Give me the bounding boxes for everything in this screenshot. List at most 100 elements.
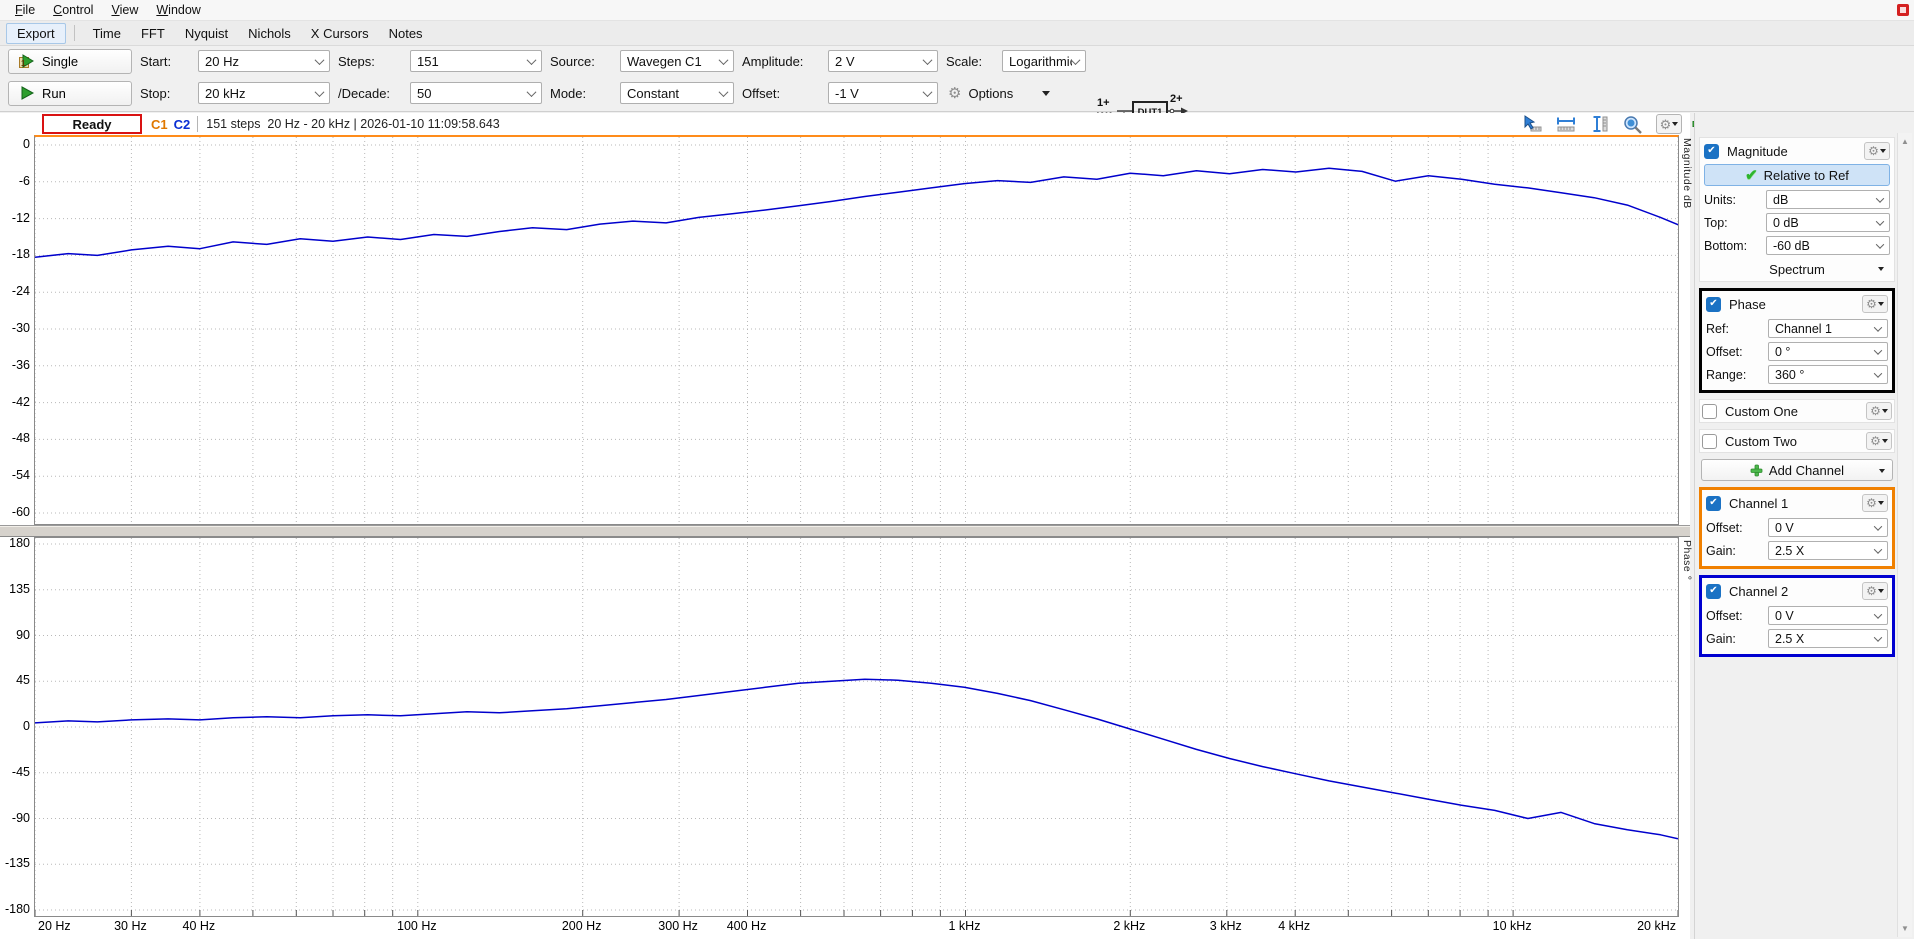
y-tick-label: -18	[0, 247, 30, 263]
phase-gear-button[interactable]: ⚙	[1862, 295, 1888, 313]
scroll-down-icon[interactable]: ▼	[1901, 924, 1909, 933]
y-tick-label: 45	[0, 673, 30, 689]
channel2-checkbox[interactable]: ✔	[1706, 584, 1721, 599]
panel-scrollbar[interactable]: ▲ ▼	[1897, 133, 1912, 937]
green-check-icon: ✔	[1745, 166, 1758, 184]
magnitude-checkbox[interactable]: ✔	[1704, 144, 1719, 159]
dropdown-arrow-icon	[1878, 501, 1884, 505]
y-tick-label: -30	[0, 321, 30, 337]
relative-to-ref-button[interactable]: ✔ Relative to Ref	[1704, 164, 1890, 186]
gear-icon: ⚙	[948, 86, 961, 101]
tab-notes[interactable]: Notes	[379, 24, 433, 43]
tab-separator	[74, 25, 75, 41]
scroll-up-icon[interactable]: ▲	[1901, 137, 1909, 146]
bottom-select[interactable]: -60 dB	[1766, 236, 1890, 255]
amplitude-value: 2 V	[835, 54, 924, 69]
offset-label: Offset:	[742, 86, 820, 101]
chevron-down-icon	[923, 87, 933, 97]
x-tick-label: 10 kHz	[1493, 919, 1532, 933]
tab-nyquist[interactable]: Nyquist	[175, 24, 238, 43]
status-separator	[197, 116, 198, 132]
x-tick-label: 2 kHz	[1113, 919, 1145, 933]
x-tick-label: 20 Hz	[38, 919, 71, 933]
chart-splitter[interactable]	[0, 525, 1690, 537]
custom-one-gear-button[interactable]: ⚙	[1866, 402, 1892, 420]
y-tick-label: -135	[0, 856, 30, 872]
decade-value: 50	[417, 86, 528, 101]
tab-export[interactable]: Export	[6, 23, 66, 44]
phase-ref-select[interactable]: Channel 1	[1768, 319, 1888, 338]
custom-one-checkbox[interactable]	[1702, 404, 1717, 419]
source-select[interactable]: Wavegen C1	[620, 50, 734, 72]
add-channel-button[interactable]: Add Channel	[1701, 459, 1893, 481]
menu-file[interactable]: File	[6, 1, 44, 19]
gear-icon: ⚙	[1868, 145, 1879, 157]
channel1-badge[interactable]: C1	[151, 117, 168, 132]
offset-select[interactable]: -1 V	[828, 82, 938, 104]
magnitude-chart[interactable]	[34, 135, 1679, 525]
spectrum-section-header[interactable]: Spectrum	[1702, 259, 1892, 279]
zoom-icon[interactable]	[1623, 115, 1643, 134]
y-tick-label: -42	[0, 395, 30, 411]
amplitude-select[interactable]: 2 V	[828, 50, 938, 72]
run-button[interactable]: Run	[8, 81, 132, 106]
plot-settings-button[interactable]: ⚙	[1656, 114, 1682, 134]
vertical-ruler-icon[interactable]	[1590, 115, 1610, 133]
horizontal-ruler-icon[interactable]	[1555, 115, 1577, 133]
check-icon: ✔	[1707, 146, 1715, 156]
channel2-badge[interactable]: C2	[174, 117, 191, 132]
scale-select[interactable]: Logarithmic	[1002, 50, 1086, 72]
chevron-down-icon	[315, 87, 325, 97]
steps-select[interactable]: 151	[410, 50, 542, 72]
decade-select[interactable]: 50	[410, 82, 542, 104]
gear-icon: ⚙	[1660, 118, 1672, 131]
phase-ref-value: Channel 1	[1775, 322, 1875, 336]
channel1-checkbox[interactable]: ✔	[1706, 496, 1721, 511]
custom-two-checkbox[interactable]	[1702, 434, 1717, 449]
custom-one-label: Custom One	[1725, 404, 1866, 419]
amplitude-label: Amplitude:	[742, 54, 820, 69]
dropdown-arrow-icon	[1882, 439, 1888, 443]
scale-label: Scale:	[946, 54, 994, 69]
tab-nichols[interactable]: Nichols	[238, 24, 301, 43]
y-tick-label: 135	[0, 582, 30, 598]
custom-two-gear-button[interactable]: ⚙	[1866, 432, 1892, 450]
gear-icon: ⚙	[1866, 585, 1877, 597]
top-select[interactable]: 0 dB	[1766, 213, 1890, 232]
channel2-gain-select[interactable]: 2.5 X	[1768, 629, 1888, 648]
chevron-down-icon	[527, 55, 537, 65]
toolbar-row-1: 1 Single Start: 20 Hz Steps: 151 Source:…	[0, 46, 1914, 76]
stop-frequency-select[interactable]: 20 kHz	[198, 82, 330, 104]
chevron-down-icon	[1874, 323, 1882, 331]
channel2-gear-button[interactable]: ⚙	[1862, 582, 1888, 600]
dropdown-arrow-icon	[1882, 409, 1888, 413]
phase-offset-select[interactable]: 0 °	[1768, 342, 1888, 361]
channel1-gear-button[interactable]: ⚙	[1862, 494, 1888, 512]
phase-checkbox[interactable]: ✔	[1706, 297, 1721, 312]
menu-view[interactable]: View	[102, 1, 147, 19]
units-select[interactable]: dB	[1766, 190, 1890, 209]
tab-fft[interactable]: FFT	[131, 24, 175, 43]
x-tick-label: 1 kHz	[948, 919, 980, 933]
single-button[interactable]: 1 Single	[8, 49, 132, 74]
channel1-gain-select[interactable]: 2.5 X	[1768, 541, 1888, 560]
tab-time[interactable]: Time	[83, 24, 131, 43]
phase-chart[interactable]	[34, 537, 1679, 917]
menu-control[interactable]: Control	[44, 1, 102, 19]
channel2-gain-label: Gain:	[1706, 632, 1768, 646]
menu-window[interactable]: Window	[147, 1, 209, 19]
channel2-offset-select[interactable]: 0 V	[1768, 606, 1888, 625]
dropdown-arrow-icon	[1672, 122, 1678, 126]
tab-x-cursors[interactable]: X Cursors	[301, 24, 379, 43]
decade-label: /Decade:	[338, 86, 402, 101]
magnitude-gear-button[interactable]: ⚙	[1864, 142, 1890, 160]
cursor-measure-icon[interactable]	[1522, 115, 1542, 133]
mode-select[interactable]: Constant	[620, 82, 734, 104]
relative-to-ref-label: Relative to Ref	[1764, 168, 1849, 183]
phase-range-select[interactable]: 360 °	[1768, 365, 1888, 384]
start-frequency-select[interactable]: 20 Hz	[198, 50, 330, 72]
options-button[interactable]: ⚙ Options	[946, 86, 1086, 101]
chevron-down-icon	[1876, 240, 1884, 248]
app-logo-icon	[1896, 3, 1910, 17]
channel1-offset-select[interactable]: 0 V	[1768, 518, 1888, 537]
